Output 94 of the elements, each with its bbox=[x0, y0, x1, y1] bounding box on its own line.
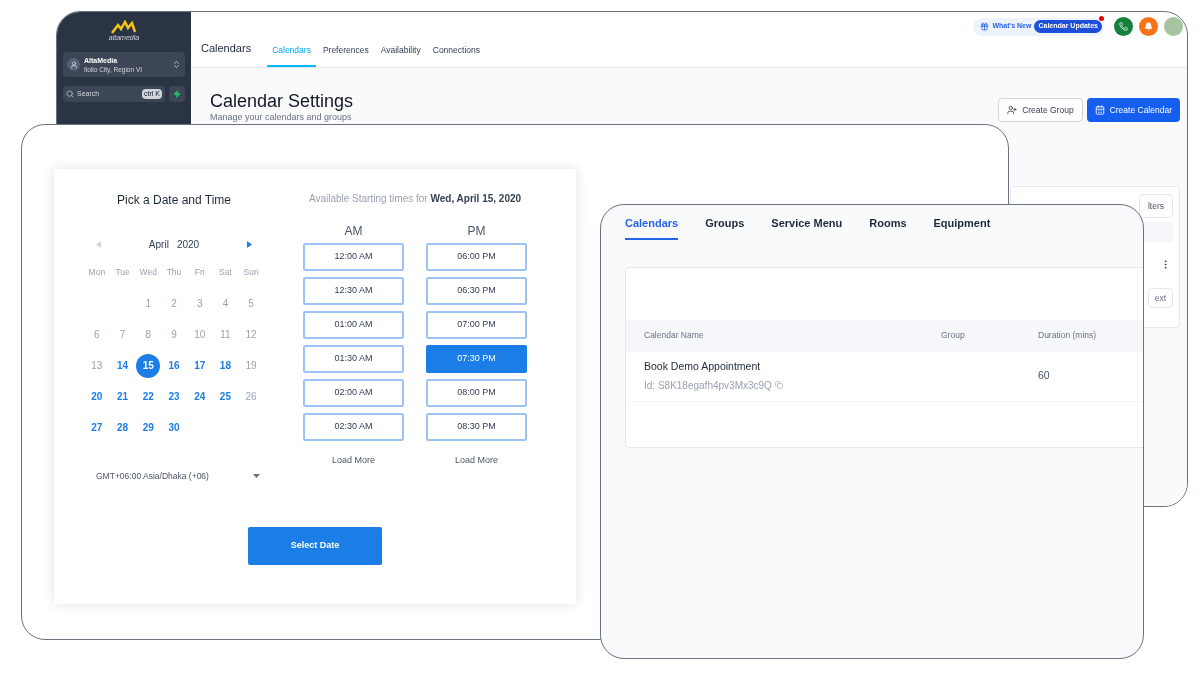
calendar-day[interactable]: 2 bbox=[162, 291, 186, 316]
weekday-label: Fri bbox=[193, 266, 206, 279]
time-slot[interactable]: 01:30 AM bbox=[303, 345, 404, 373]
header-title: Calendars bbox=[201, 40, 252, 56]
calendar-day[interactable]: 3 bbox=[187, 291, 212, 316]
calendar-day[interactable]: 29 bbox=[136, 415, 161, 440]
calendar-day[interactable]: 18 bbox=[213, 353, 238, 378]
page-subtitle: Manage your calendars and groups bbox=[210, 112, 353, 123]
time-slot[interactable]: 01:00 AM bbox=[303, 311, 404, 339]
panel-tab[interactable]: Equipment bbox=[933, 215, 991, 240]
load-more-link[interactable]: Load More bbox=[332, 454, 375, 468]
calendar-day[interactable]: 7 bbox=[110, 322, 135, 347]
time-slot[interactable]: 08:30 PM bbox=[426, 413, 527, 441]
load-more-link[interactable]: Load More bbox=[455, 454, 498, 468]
search-icon bbox=[66, 90, 74, 98]
calendar-day[interactable]: 10 bbox=[187, 322, 212, 347]
available-times-heading: Available Starting times for Wed, April 15, 2020 bbox=[308, 192, 522, 206]
calendar-id: Id: S8K18egafh4pv3Mx3c9Q bbox=[644, 378, 772, 393]
time-slot[interactable]: 02:00 AM bbox=[303, 379, 404, 407]
calendar-day[interactable]: 26 bbox=[239, 384, 264, 409]
calendar-day[interactable]: 22 bbox=[136, 384, 161, 409]
calendar-day[interactable]: 17 bbox=[187, 353, 212, 378]
year-label: 2020 bbox=[176, 238, 200, 252]
bell-icon bbox=[1144, 22, 1153, 31]
time-slot[interactable]: 07:00 PM bbox=[426, 311, 527, 339]
logo-icon bbox=[111, 20, 137, 34]
calendar-day[interactable]: 8 bbox=[136, 322, 161, 347]
weekday-label: Sat bbox=[218, 266, 233, 279]
time-slot[interactable]: 12:00 AM bbox=[303, 243, 404, 271]
calendar-day[interactable]: 4 bbox=[213, 291, 238, 316]
account-avatar-icon bbox=[67, 58, 80, 71]
period-heading: PM bbox=[467, 224, 486, 238]
weekday-label: Wed bbox=[138, 266, 158, 279]
header-tab[interactable]: Connections bbox=[427, 44, 485, 67]
calendar-day[interactable]: 5 bbox=[239, 291, 264, 316]
quick-action-button[interactable] bbox=[169, 86, 185, 102]
phone-button[interactable] bbox=[1114, 17, 1133, 36]
calendar-day[interactable]: 12 bbox=[239, 322, 264, 347]
column-header: Group bbox=[941, 329, 966, 342]
notifications-button[interactable] bbox=[1139, 17, 1158, 36]
time-slot[interactable]: 12:30 AM bbox=[303, 277, 404, 305]
gift-icon bbox=[980, 22, 990, 31]
calendar-day[interactable]: 6 bbox=[84, 322, 109, 347]
create-calendar-button[interactable]: Create Calendar bbox=[1086, 98, 1180, 122]
calendar-day[interactable]: 24 bbox=[187, 384, 212, 409]
weekday-label: Mon bbox=[87, 266, 107, 279]
calendar-day[interactable]: 9 bbox=[162, 322, 186, 347]
column-header: Duration (mins) bbox=[1038, 329, 1097, 342]
page-title: Calendar Settings bbox=[210, 90, 354, 112]
calendar-day[interactable]: 21 bbox=[110, 384, 135, 409]
time-slot[interactable]: 06:00 PM bbox=[426, 243, 527, 271]
calendar-day[interactable]: 14 bbox=[110, 353, 135, 378]
select-date-button[interactable]: Select Date bbox=[248, 526, 382, 565]
panel-tab[interactable]: Groups bbox=[705, 215, 745, 240]
weekday-label: Tue bbox=[114, 266, 131, 279]
calendar-day[interactable]: 11 bbox=[213, 322, 238, 347]
chevrons-icon bbox=[172, 60, 181, 69]
weekday-label: Thu bbox=[165, 266, 183, 279]
weekday-label: Sun bbox=[242, 266, 260, 279]
calendar-name: Book Demo Appointment bbox=[644, 359, 762, 375]
duration-cell: 60 bbox=[1038, 368, 1050, 384]
add-user-icon bbox=[1007, 105, 1018, 115]
calendar-day[interactable]: 1 bbox=[136, 291, 161, 316]
calendar-day[interactable]: 16 bbox=[162, 353, 186, 378]
panel-tab[interactable]: Service Menu bbox=[771, 215, 843, 240]
lightning-icon bbox=[173, 90, 181, 98]
calendar-day[interactable]: 28 bbox=[110, 415, 135, 440]
calendar-day[interactable]: 27 bbox=[84, 415, 109, 440]
calendar-day[interactable]: 19 bbox=[239, 353, 264, 378]
panel-tab[interactable]: Calendars bbox=[625, 215, 679, 240]
calendar-day[interactable]: 23 bbox=[162, 384, 186, 409]
next-month-icon[interactable] bbox=[247, 241, 252, 248]
calendar-day[interactable]: 20 bbox=[84, 384, 109, 409]
header-tab[interactable]: Preferences bbox=[317, 44, 374, 67]
time-slot[interactable]: 07:30 PM bbox=[426, 345, 527, 373]
time-slot[interactable]: 02:30 AM bbox=[303, 413, 404, 441]
column-header: Calendar Name bbox=[644, 329, 705, 342]
dropdown-caret-icon bbox=[253, 474, 260, 479]
header-tab[interactable]: Availability bbox=[375, 44, 426, 67]
panel-tab[interactable]: Rooms bbox=[869, 215, 907, 240]
calendar-icon bbox=[1094, 105, 1105, 115]
next-button[interactable]: ext bbox=[1147, 288, 1173, 308]
time-slot[interactable]: 08:00 PM bbox=[426, 379, 527, 407]
calendar-day[interactable]: 15 bbox=[136, 353, 161, 378]
picker-title: Pick a Date and Time bbox=[115, 192, 233, 209]
period-heading: AM bbox=[344, 224, 363, 238]
calendar-day[interactable]: 25 bbox=[213, 384, 238, 409]
time-slot[interactable]: 06:30 PM bbox=[426, 277, 527, 305]
calendar-day[interactable]: 13 bbox=[84, 353, 109, 378]
create-group-button[interactable]: Create Group bbox=[998, 98, 1083, 122]
calendar-day[interactable]: 30 bbox=[162, 415, 186, 440]
timezone-select[interactable]: GMT+06:00 Asia/Dhaka (+06) bbox=[84, 469, 264, 483]
month-label: April bbox=[148, 238, 169, 252]
phone-icon bbox=[1119, 22, 1128, 31]
